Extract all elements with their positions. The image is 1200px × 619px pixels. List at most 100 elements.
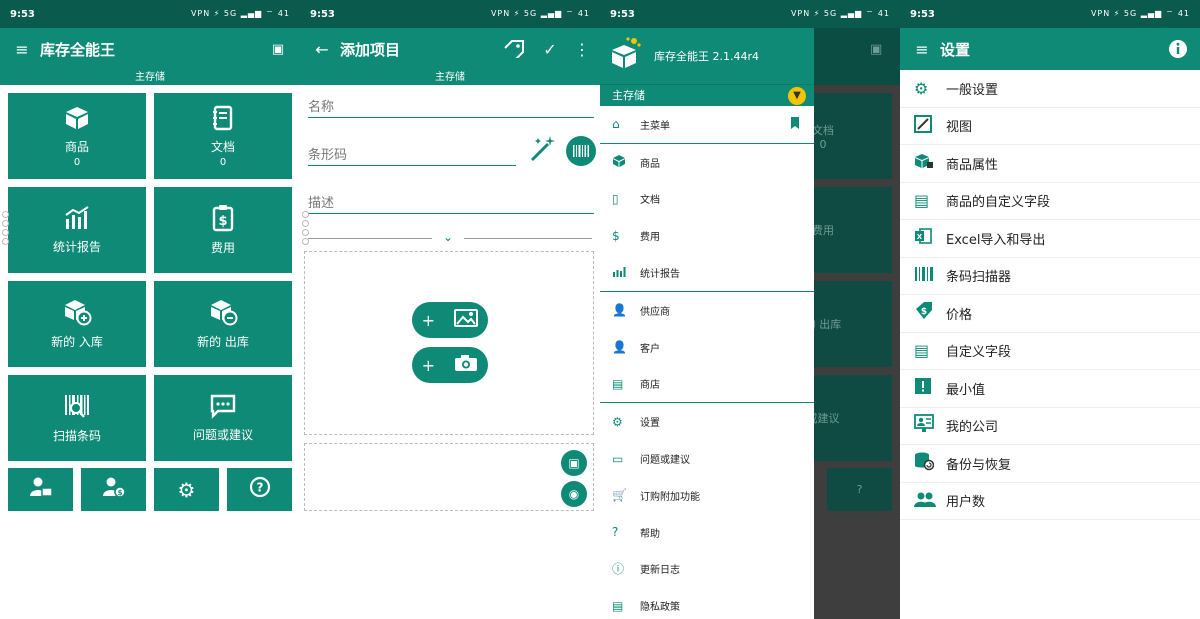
- supplier-icon: [29, 476, 53, 504]
- drawer-item-settings[interactable]: ⚙ 设置: [600, 403, 814, 440]
- settings-item-product-attributes[interactable]: 商品属性: [900, 145, 1200, 183]
- settings-item-backup[interactable]: 备份与恢复: [900, 445, 1200, 483]
- tile-new-outbound[interactable]: 新的 出库: [154, 281, 292, 367]
- barcode-scan-button[interactable]: [566, 136, 596, 166]
- settings-item-users[interactable]: 用户数: [900, 483, 1200, 520]
- drawer-item-feedback[interactable]: ▭ 问题或建议: [600, 440, 814, 477]
- info-icon[interactable]: [1164, 28, 1192, 70]
- tile-suppliers[interactable]: [8, 468, 73, 511]
- fields-icon: ▤: [914, 341, 930, 361]
- tile-settings[interactable]: ⚙: [154, 468, 219, 511]
- tile-count: 0: [73, 156, 81, 168]
- drawer-item-changelog[interactable]: ⓘ 更新日志: [600, 551, 814, 588]
- notebook-icon: [211, 105, 235, 136]
- settings-item-label: 自定义字段: [946, 345, 1012, 361]
- more-icon[interactable]: ⋮: [568, 28, 596, 70]
- tile-count: 0: [219, 156, 227, 168]
- drawer-header: 库存全能王 2.1.44r4: [600, 28, 814, 84]
- add-photo-button[interactable]: +: [412, 347, 488, 383]
- back-arrow-icon[interactable]: ←: [308, 28, 336, 70]
- drawer-item-label: 统计报告: [640, 269, 680, 281]
- drag-handle[interactable]: [302, 238, 309, 245]
- drawer-item-privacy[interactable]: ▤ 隐私政策: [600, 587, 814, 619]
- tile-feedback[interactable]: 问题或建议: [154, 375, 292, 461]
- settings-item-general[interactable]: ⚙ 一般设置: [900, 70, 1200, 108]
- plus-label: +: [421, 310, 436, 330]
- dim-label: 费用: [812, 224, 834, 237]
- drawer-item-label: 供应商: [640, 306, 670, 318]
- help-icon: ?: [612, 525, 619, 540]
- drawer-item-customers[interactable]: 👤 客户: [600, 329, 814, 366]
- status-time: 9:53: [610, 8, 635, 20]
- drawer-item-main-menu[interactable]: ⌂ 主菜单: [600, 106, 814, 143]
- drawer-item-expenses[interactable]: $ 费用: [600, 217, 814, 254]
- drag-handle[interactable]: [302, 229, 309, 236]
- settings-item-label: Excel导入和导出: [946, 232, 1046, 248]
- drag-handle[interactable]: [2, 229, 9, 236]
- tile-customers[interactable]: $: [81, 468, 146, 511]
- chevron-down-icon[interactable]: ⌄: [443, 230, 453, 244]
- drawer-title: 库存全能王 2.1.44r4: [654, 50, 760, 63]
- settings-item-price[interactable]: $ 价格: [900, 295, 1200, 333]
- add-image-button[interactable]: +: [412, 302, 488, 338]
- drag-handle[interactable]: [2, 238, 9, 245]
- home-icon: ⌂: [612, 117, 620, 132]
- settings-item-view[interactable]: 视图: [900, 108, 1200, 145]
- menu-icon[interactable]: ≡: [908, 28, 936, 70]
- app-logo-icon: [608, 36, 654, 77]
- settings-item-label: 我的公司: [946, 420, 999, 436]
- layout-icon[interactable]: ▣: [264, 28, 292, 70]
- settings-item-min-value[interactable]: 最小值: [900, 370, 1200, 408]
- status-icons: VPN ⚡ 5G ▂▄▆ ⌔ 41: [1090, 9, 1190, 18]
- drag-handle[interactable]: [302, 220, 309, 227]
- status-icons: VPN ⚡ 5G ▂▄▆ ⌔ 41: [790, 9, 890, 18]
- invoice-icon: $: [612, 228, 620, 243]
- info-icon: ⓘ: [612, 562, 625, 577]
- tile-help[interactable]: ?: [227, 468, 292, 511]
- drawer-item-help[interactable]: ? 帮助: [600, 514, 814, 551]
- drawer-item-products[interactable]: 商品: [600, 144, 814, 181]
- chart-icon: [63, 205, 91, 236]
- barcode-field[interactable]: 条形码: [308, 144, 516, 166]
- storage-selector[interactable]: 主存储 ▼: [600, 84, 814, 106]
- attach-image-button[interactable]: ▣: [561, 450, 587, 476]
- drawer-item-reports[interactable]: 统计报告: [600, 254, 814, 291]
- drawer-item-label: 文档: [640, 195, 660, 207]
- name-field[interactable]: 名称: [308, 96, 594, 118]
- settings-item-my-company[interactable]: 我的公司: [900, 408, 1200, 445]
- drawer-item-stores[interactable]: ▤ 商店: [600, 366, 814, 403]
- settings-item-barcode-scanner[interactable]: 条码扫描器: [900, 258, 1200, 295]
- tile-scan-barcode[interactable]: 扫描条码: [8, 375, 146, 461]
- tile-reports[interactable]: 统计报告: [8, 187, 146, 273]
- drawer-item-label: 费用: [640, 232, 660, 244]
- barcode-icon: [914, 266, 946, 286]
- drawer-item-purchase-addons[interactable]: 🛒 订购附加功能: [600, 477, 814, 514]
- chevron-down-icon[interactable]: ▼: [788, 87, 806, 105]
- settings-item-excel[interactable]: X Excel导入和导出: [900, 220, 1200, 258]
- magic-wand-icon[interactable]: [528, 134, 558, 170]
- status-icons: VPN ⚡ 5G ▂▄▆ ⌔ 41: [490, 9, 590, 18]
- menu-icon[interactable]: ≡: [8, 28, 36, 70]
- customer-icon: 👤: [612, 340, 627, 355]
- page-title: 设置: [940, 40, 971, 59]
- tile-expenses[interactable]: $ 费用: [154, 187, 292, 273]
- drawer-item-label: 商店: [640, 380, 660, 392]
- description-field[interactable]: 描述: [308, 192, 594, 214]
- check-icon[interactable]: ✓: [536, 28, 564, 70]
- image-dropzone[interactable]: [304, 251, 594, 435]
- drawer-item-suppliers[interactable]: 👤 供应商: [600, 292, 814, 329]
- tag-icon[interactable]: [500, 28, 528, 70]
- drag-handle[interactable]: [2, 211, 9, 218]
- drag-handle[interactable]: [2, 220, 9, 227]
- tile-products[interactable]: 商品 0: [8, 93, 146, 179]
- attach-photo-button[interactable]: ◉: [561, 481, 587, 507]
- svg-text:X: X: [917, 233, 923, 241]
- tile-new-inbound[interactable]: 新的 入库: [8, 281, 146, 367]
- view-icon: [914, 114, 946, 137]
- status-time: 9:53: [10, 8, 35, 20]
- drag-handle[interactable]: [302, 211, 309, 218]
- settings-item-product-custom-fields[interactable]: ▤ 商品的自定义字段: [900, 183, 1200, 220]
- settings-item-custom-fields[interactable]: ▤ 自定义字段: [900, 333, 1200, 370]
- drawer-item-documents[interactable]: ▯ 文档: [600, 181, 814, 218]
- tile-documents[interactable]: 文档 0: [154, 93, 292, 179]
